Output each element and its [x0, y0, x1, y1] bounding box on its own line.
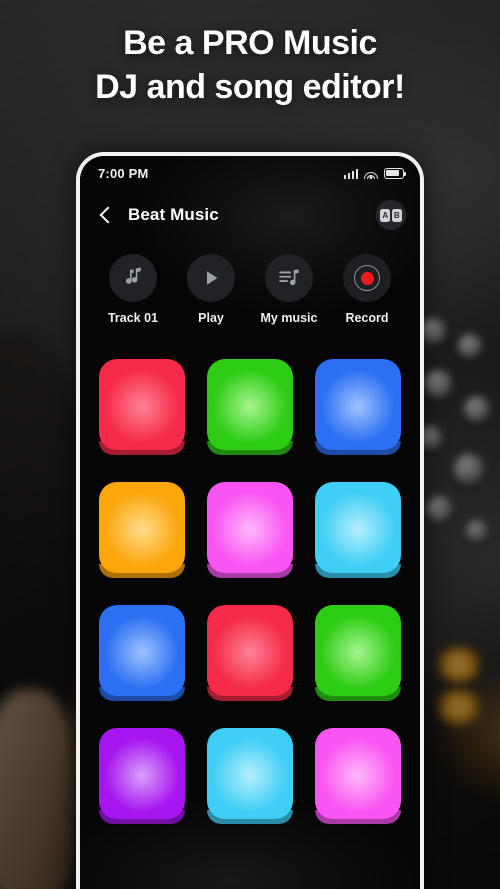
wifi-icon [364, 168, 378, 179]
pad-5[interactable] [207, 482, 293, 578]
double-music-note-icon [109, 254, 157, 302]
headline-line-2: DJ and song editor! [95, 67, 405, 106]
pad-7-face [99, 605, 185, 696]
pad-11-face [207, 728, 293, 819]
drum-pad-grid [80, 325, 420, 824]
ab-toggle-b: B [391, 208, 402, 222]
status-system-icons [343, 167, 407, 179]
phone-mockup: 7:00 PM Beat Music A B Track 01 Play My … [76, 152, 424, 889]
status-clock: 7:00 PM [98, 165, 149, 181]
pad-6-face [315, 482, 401, 573]
battery-icon [384, 167, 407, 179]
pad-12[interactable] [315, 728, 401, 824]
pad-2[interactable] [207, 359, 293, 455]
headline-line-1: Be a PRO Music [123, 24, 377, 62]
toolbar-label-record: Record [345, 311, 389, 325]
toolbar-item-play[interactable]: Play [172, 254, 250, 325]
pad-4[interactable] [99, 482, 185, 578]
ab-toggle-a: A [380, 208, 391, 222]
signal-icon [343, 168, 358, 179]
pad-3-face [315, 359, 401, 450]
action-toolbar: Track 01 Play My music Record [80, 240, 420, 325]
playlist-note-icon [265, 254, 313, 302]
pad-3[interactable] [315, 359, 401, 455]
pad-9-face [315, 605, 401, 696]
promo-headline: Be a PRO Music DJ and song editor! [0, 22, 500, 109]
toolbar-label-my-music: My music [260, 311, 318, 325]
page-title: Beat Music [128, 205, 219, 224]
toolbar-label-play: Play [198, 311, 224, 325]
play-triangle-icon [187, 254, 235, 302]
toolbar-item-record[interactable]: Record [328, 254, 406, 325]
pad-5-face [207, 482, 293, 573]
pad-12-face [315, 728, 401, 819]
pad-11[interactable] [207, 728, 293, 824]
status-bar: 7:00 PM [80, 156, 420, 190]
pad-8-face [207, 605, 293, 696]
pad-7[interactable] [99, 605, 185, 701]
pad-6[interactable] [315, 482, 401, 578]
pad-10[interactable] [99, 728, 185, 824]
phone-screen: 7:00 PM Beat Music A B Track 01 Play My … [80, 156, 420, 889]
toolbar-item-my-music[interactable]: My music [250, 254, 328, 325]
pad-1[interactable] [99, 359, 185, 455]
pad-9[interactable] [315, 605, 401, 701]
pad-4-face [99, 482, 185, 573]
pad-2-face [207, 359, 293, 450]
pad-10-face [99, 728, 185, 819]
ab-toggle-button[interactable]: A B [376, 200, 406, 230]
pad-1-face [99, 359, 185, 450]
record-dot-icon [343, 254, 391, 302]
back-icon[interactable] [96, 206, 114, 224]
toolbar-label-track: Track 01 [107, 311, 159, 325]
pad-8[interactable] [207, 605, 293, 701]
app-header: Beat Music A B [80, 190, 420, 240]
toolbar-item-track[interactable]: Track 01 [94, 254, 172, 325]
